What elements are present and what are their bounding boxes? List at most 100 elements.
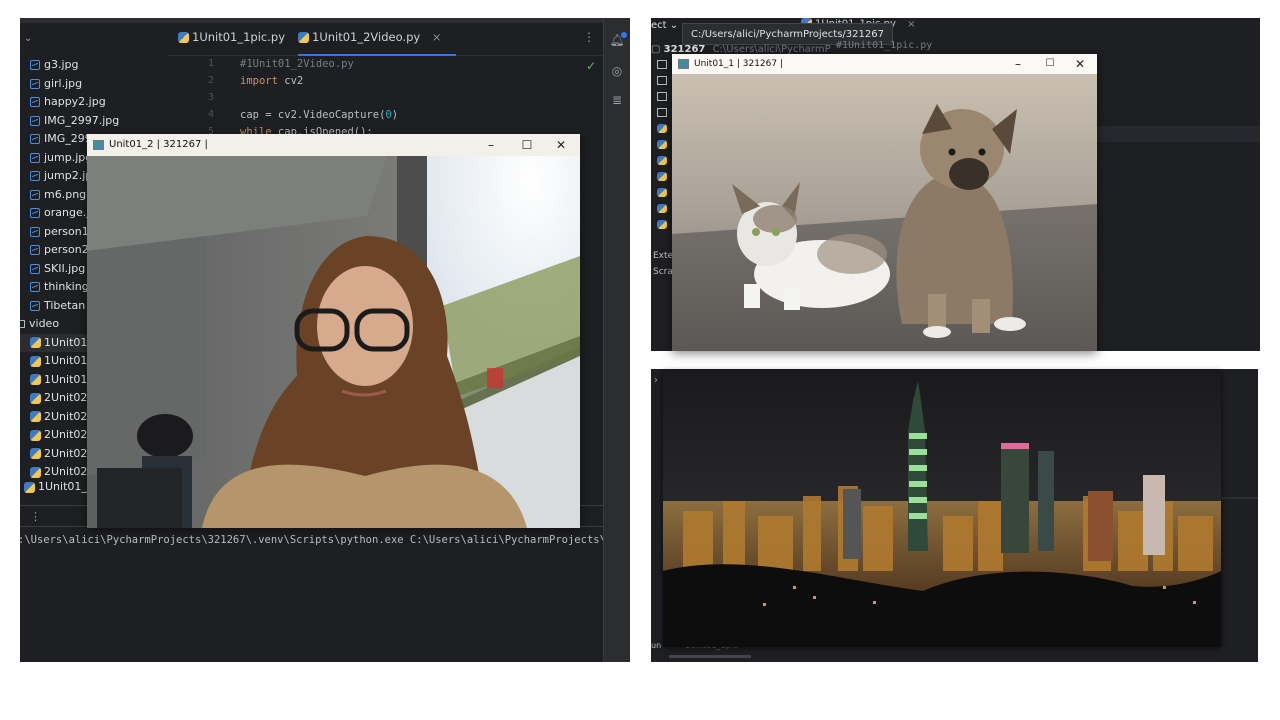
image-file-icon: [30, 189, 40, 200]
inspection-ok-icon[interactable]: ✓: [586, 59, 596, 73]
code-token: ): [391, 109, 399, 121]
tree-item-label: jump.jpg: [44, 150, 93, 164]
python-file-icon[interactable]: [657, 220, 667, 229]
tree-item-label: m6.png: [44, 187, 87, 201]
python-file-icon[interactable]: [657, 124, 667, 133]
folder-icon[interactable]: [657, 92, 667, 101]
image-file-icon: [30, 226, 40, 237]
python-file-icon: [24, 481, 35, 493]
python-file-icon[interactable]: [657, 140, 667, 149]
database-icon[interactable]: ≣: [609, 93, 625, 109]
video-window-titlebar[interactable]: Unit01_2 | 321267 | – ☐ ✕: [87, 134, 580, 156]
image-file-icon: [30, 171, 40, 181]
app-window-icon: [678, 59, 689, 69]
tab-1unit01-1pic[interactable]: 1Unit01_1pic.py: [178, 18, 285, 56]
line-number: 3: [207, 92, 214, 103]
python-file-icon[interactable]: [657, 188, 667, 197]
minimize-button[interactable]: –: [1001, 54, 1035, 74]
code-line: cap = cv2.VideoCapture(0): [240, 109, 398, 121]
tree-item-scratches[interactable]: Scra: [653, 267, 673, 277]
tab-close-icon[interactable]: ×: [432, 30, 442, 44]
image-file-icon: [30, 152, 40, 163]
cat-dog-photo: [672, 74, 1097, 351]
maximize-button[interactable]: ☐: [510, 134, 544, 156]
tree-item-label: IMG_2997.jpg: [44, 113, 120, 127]
folder-icon[interactable]: [657, 108, 667, 117]
tree-item-file[interactable]: girl.jpg: [20, 75, 168, 94]
video-window[interactable]: Unit01_2 | 321267 | – ☐ ✕: [87, 134, 580, 528]
image-file-icon: [30, 78, 40, 89]
line-number: 4: [207, 109, 214, 120]
image-file-icon: [30, 300, 40, 311]
image-file-icon: [30, 60, 40, 70]
folder-icon: ▢: [651, 44, 664, 55]
side-divider: [1221, 497, 1258, 499]
python-file-icon[interactable]: [657, 172, 667, 181]
window-title: Unit01_2 | 321267 |: [109, 139, 208, 150]
tree-item-label: g3.jpg: [44, 58, 79, 71]
chevron-down-icon[interactable]: ⌄: [24, 33, 32, 44]
tree-item-file[interactable]: happy2.jpg: [20, 93, 168, 112]
image-file-icon: [30, 263, 40, 274]
line-number: 2: [207, 75, 214, 86]
console-output: :\Users\alici\PycharmProjects\321267\.ve…: [20, 534, 619, 546]
bottom-scrollbar[interactable]: [669, 655, 751, 658]
bottom-run-label[interactable]: un: [651, 641, 661, 650]
code-token: #1Unit01_2Video.py: [240, 58, 354, 70]
python-file-icon: [30, 355, 41, 367]
app-window-icon: [93, 140, 104, 150]
line-number: 1: [207, 58, 214, 69]
tab-close-icon[interactable]: ×: [907, 19, 915, 30]
tab-1unit01-2video[interactable]: 1Unit01_2Video.py ×: [298, 18, 456, 56]
folder-icon[interactable]: [657, 76, 667, 85]
tab-label: 1Unit01_1pic.py: [192, 30, 286, 44]
cat-dog-image: [672, 74, 1097, 351]
python-file-icon: [178, 32, 189, 43]
folder-icon[interactable]: [657, 60, 667, 69]
webcam-image: [87, 156, 580, 528]
tree-item-file[interactable]: g3.jpg: [20, 56, 168, 75]
tree-folder-label: video: [29, 317, 60, 330]
editor-tab-bar: 1Unit01_1pic.py 1Unit01_2Video.py × ⋮: [168, 18, 610, 56]
maximize-button[interactable]: ☐: [1033, 54, 1067, 74]
project-dropdown[interactable]: ect ⌄: [651, 20, 678, 31]
tabs-more-icon[interactable]: ⋮: [583, 30, 595, 44]
python-file-icon: [30, 411, 41, 422]
webcam-frame: [87, 156, 580, 528]
tree-item-external[interactable]: Exte: [653, 251, 673, 261]
python-file-icon: [30, 466, 41, 478]
code-token: import: [240, 75, 278, 87]
code-line: import cv2: [240, 75, 303, 87]
ai-assistant-icon[interactable]: ◎: [609, 64, 625, 80]
pic-window-titlebar[interactable]: Unit01_1 | 321267 | – ☐ ✕: [672, 54, 1097, 74]
python-file-icon: [30, 374, 41, 385]
python-file-icon: [30, 448, 41, 459]
python-file-icon: [30, 392, 41, 404]
expand-chevron-icon[interactable]: ›: [654, 375, 658, 386]
code-line-1: #1Unit01_1pic.py: [836, 40, 933, 51]
image-file-icon: [30, 134, 40, 144]
image-file-icon: [30, 208, 40, 218]
tree-item-file[interactable]: IMG_2997.jpg: [20, 112, 168, 131]
image-file-icon: [30, 115, 40, 126]
taipei-skyline-photo: [663, 371, 1221, 647]
minimize-button[interactable]: –: [474, 134, 508, 156]
code-token: cap = cv2.VideoCapture(: [240, 109, 386, 121]
close-button[interactable]: ✕: [544, 134, 578, 156]
python-file-icon: [298, 32, 309, 43]
python-file-icon: [30, 337, 41, 348]
tab-label: 1Unit01_2Video.py: [312, 30, 421, 44]
image-file-icon: [30, 245, 40, 255]
window-title: Unit01_1 | 321267 |: [694, 59, 784, 69]
caret-line-highlight: [1097, 126, 1260, 142]
pic-window[interactable]: Unit01_1 | 321267 | – ☐ ✕: [672, 54, 1097, 351]
folder-icon: [20, 320, 25, 328]
python-file-icon[interactable]: [657, 156, 667, 165]
python-file-icon: [30, 429, 41, 441]
close-button[interactable]: ✕: [1063, 54, 1097, 74]
run-more-icon[interactable]: ⋮: [30, 510, 41, 523]
python-file-icon[interactable]: [657, 204, 667, 213]
tree-item-label: SKII.jpg: [44, 261, 86, 275]
tree-item-label: happy2.jpg: [44, 95, 106, 108]
city-image-window[interactable]: [663, 371, 1221, 647]
